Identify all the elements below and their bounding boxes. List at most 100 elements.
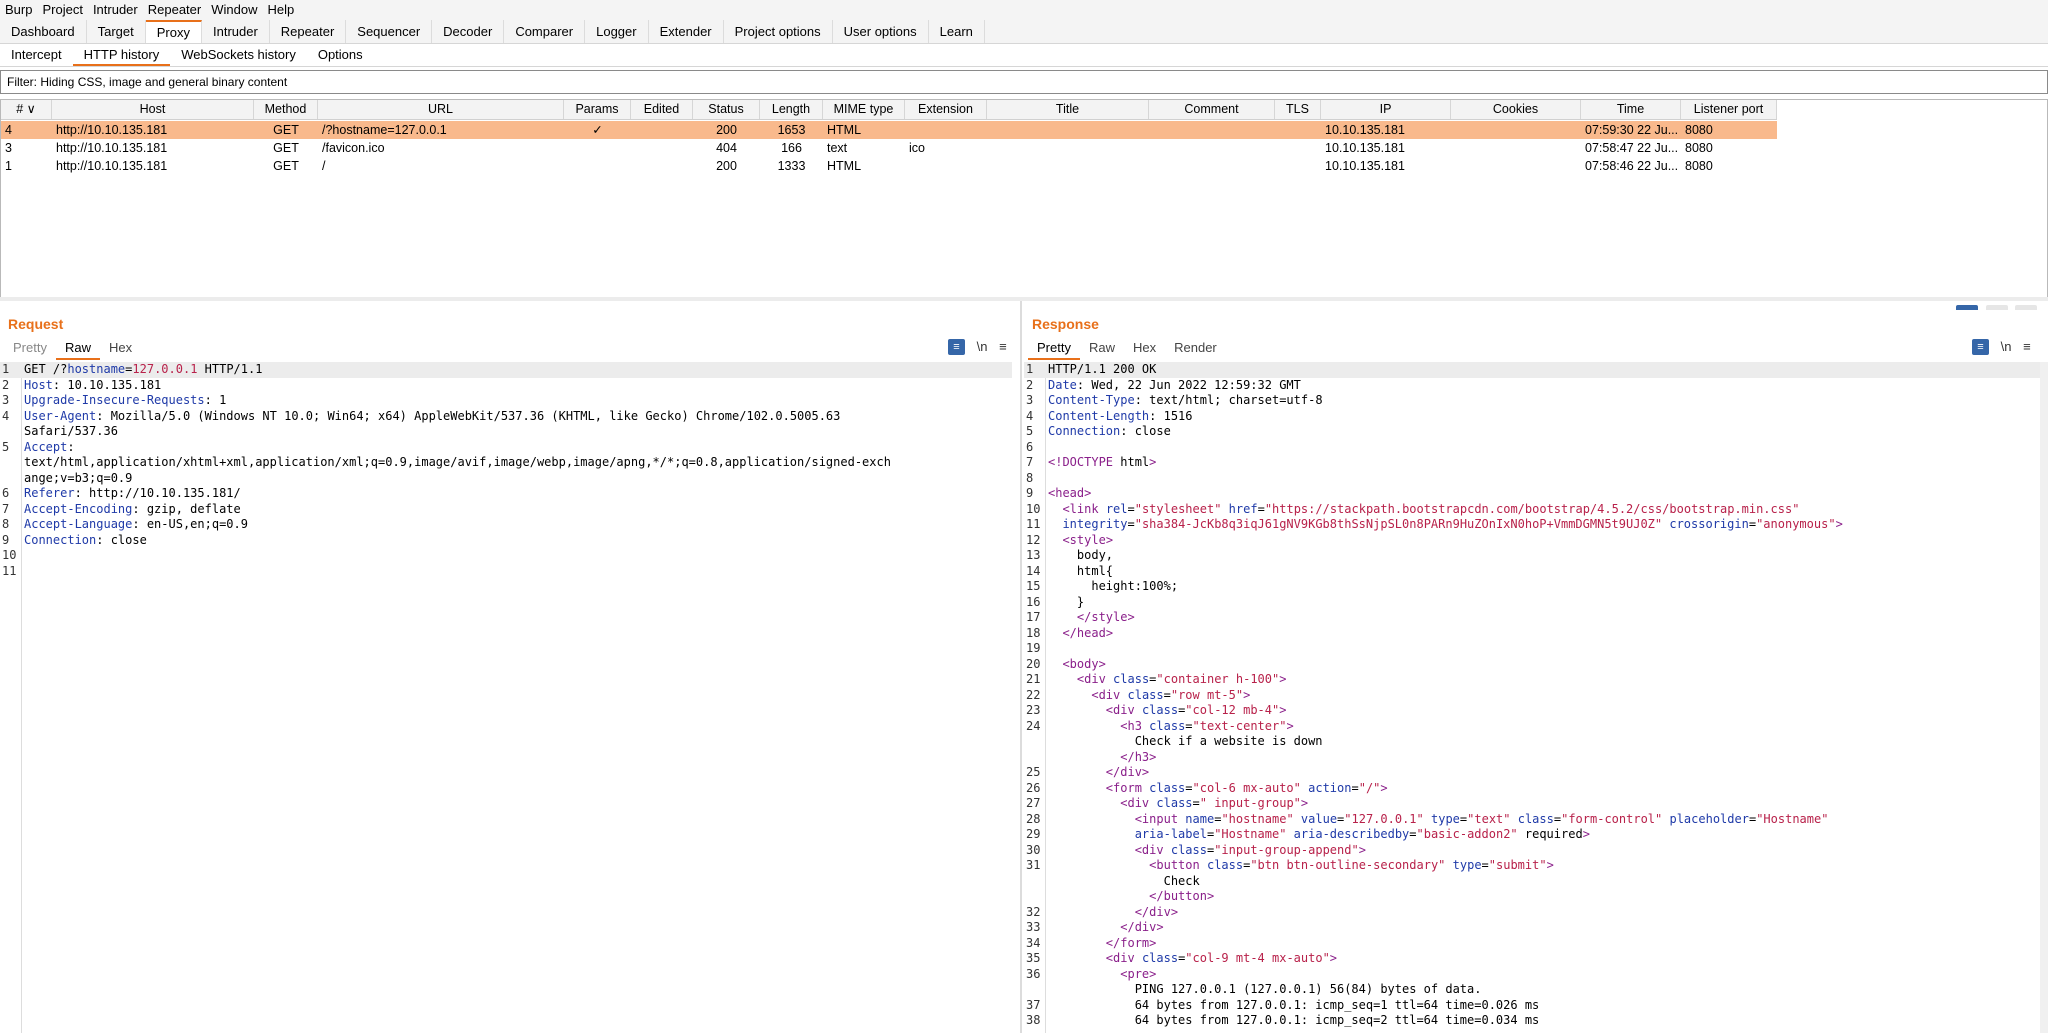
word-wrap-icon[interactable]: ≡ bbox=[1972, 338, 1989, 355]
code-line: 13 body, bbox=[1024, 548, 2040, 564]
subtab-intercept[interactable]: Intercept bbox=[0, 44, 73, 66]
response-tab-hex[interactable]: Hex bbox=[1124, 338, 1165, 358]
code-line: 7 Accept-Encoding: gzip, deflate bbox=[0, 502, 1012, 518]
cell-title bbox=[987, 139, 1149, 157]
tab-target[interactable]: Target bbox=[87, 20, 146, 43]
response-tab-pretty[interactable]: Pretty bbox=[1028, 338, 1080, 360]
line-text: <div class="input-group-append"> bbox=[1134, 842, 1366, 857]
tab-project-options[interactable]: Project options bbox=[724, 20, 833, 43]
filter-bar[interactable]: Filter: Hiding CSS, image and general bi… bbox=[0, 70, 2048, 94]
code-line: 10 <link rel="stylesheet" href="https://… bbox=[1024, 502, 2040, 518]
code-line: 17 </style> bbox=[1024, 610, 2040, 626]
cell-num: 1 bbox=[5, 159, 12, 173]
code-line: ange;v=b3;q=0.9 bbox=[0, 471, 1012, 487]
menu-icon[interactable]: ≡ bbox=[2023, 339, 2031, 354]
line-number: 4 bbox=[1026, 408, 1034, 423]
response-scrollbar[interactable] bbox=[2040, 362, 2048, 1033]
tab-comparer[interactable]: Comparer bbox=[504, 20, 586, 43]
response-tab-render[interactable]: Render bbox=[1165, 338, 1226, 358]
code-line: 25 </div> bbox=[1024, 765, 2040, 781]
column-header-url[interactable]: URL bbox=[318, 100, 564, 119]
line-text: height:100%; bbox=[1048, 579, 1179, 593]
line-text: Check if a website is down bbox=[1048, 734, 1323, 748]
menu-intruder[interactable]: Intruder bbox=[88, 0, 143, 20]
column-header-num[interactable]: # ∨ bbox=[1, 100, 52, 119]
tab-repeater[interactable]: Repeater bbox=[270, 20, 347, 43]
tab-sequencer[interactable]: Sequencer bbox=[346, 20, 433, 43]
menu-project[interactable]: Project bbox=[37, 0, 87, 20]
cell-url: /?hostname=127.0.0.1 bbox=[322, 123, 447, 137]
column-header-ext[interactable]: Extension bbox=[905, 100, 987, 119]
newline-toggle-icon[interactable]: \n bbox=[2001, 339, 2012, 354]
tab-user-options[interactable]: User options bbox=[833, 20, 929, 43]
line-number: 18 bbox=[1026, 625, 1041, 640]
cell-comment bbox=[1149, 139, 1275, 157]
line-text: </form> bbox=[1105, 935, 1157, 950]
menu-icon[interactable]: ≡ bbox=[999, 339, 1007, 354]
tab-dashboard[interactable]: Dashboard bbox=[0, 20, 87, 43]
line-number: 20 bbox=[1026, 656, 1041, 671]
cell-length: 1333 bbox=[777, 159, 806, 173]
line-text: Content-Type: text/html; charset=utf-8 bbox=[1048, 393, 1323, 407]
word-wrap-icon[interactable]: ≡ bbox=[948, 338, 965, 355]
column-header-method[interactable]: Method bbox=[254, 100, 318, 119]
split-divider[interactable] bbox=[0, 297, 2048, 301]
cell-time: 07:59:30 22 Ju... bbox=[1585, 123, 1679, 137]
code-line: 5 Connection: close bbox=[1024, 424, 2040, 440]
request-tab-pretty[interactable]: Pretty bbox=[4, 338, 56, 358]
column-header-tls[interactable]: TLS bbox=[1275, 100, 1321, 119]
tab-proxy[interactable]: Proxy bbox=[145, 20, 202, 43]
line-number: 3 bbox=[1026, 393, 1034, 407]
pane-divider[interactable] bbox=[1020, 301, 1022, 1033]
request-tab-raw[interactable]: Raw bbox=[55, 338, 100, 360]
menu-help[interactable]: Help bbox=[262, 0, 299, 20]
menu-repeater[interactable]: Repeater bbox=[143, 0, 206, 20]
cell-ext: ico bbox=[909, 141, 925, 155]
line-text: </button> bbox=[1149, 889, 1215, 903]
column-header-status[interactable]: Status bbox=[693, 100, 760, 119]
line-text: </div> bbox=[1105, 765, 1150, 779]
cell-ext bbox=[905, 157, 987, 175]
tab-learn[interactable]: Learn bbox=[929, 20, 985, 43]
line-text: Check bbox=[1048, 873, 1200, 888]
column-header-cookies[interactable]: Cookies bbox=[1451, 100, 1581, 119]
tab-extender[interactable]: Extender bbox=[649, 20, 724, 43]
response-editor[interactable]: 1 HTTP/1.1 200 OK 2 Date: Wed, 22 Jun 2022 … bbox=[1024, 362, 2040, 1033]
tab-logger[interactable]: Logger bbox=[585, 20, 649, 43]
column-header-time[interactable]: Time bbox=[1581, 100, 1681, 119]
menu-window[interactable]: Window bbox=[206, 0, 262, 20]
table-row[interactable]: 4 http://10.10.135.181 GET /?hostname=127.0… bbox=[1, 121, 1777, 139]
column-header-port[interactable]: Listener port bbox=[1681, 100, 1777, 119]
column-header-length[interactable]: Length bbox=[760, 100, 823, 119]
cell-ip: 10.10.135.181 bbox=[1325, 141, 1405, 155]
line-number: 34 bbox=[1026, 935, 1041, 950]
request-tab-hex[interactable]: Hex bbox=[100, 338, 141, 358]
subtab-options[interactable]: Options bbox=[307, 44, 374, 66]
subtab-http-history[interactable]: HTTP history bbox=[72, 44, 171, 66]
request-editor[interactable]: 1 GET /?hostname=127.0.0.1 HTTP/1.1 2 Host:… bbox=[0, 362, 1012, 1033]
column-header-ip[interactable]: IP bbox=[1321, 100, 1451, 119]
column-header-comment[interactable]: Comment bbox=[1149, 100, 1275, 119]
column-header-host[interactable]: Host bbox=[52, 100, 254, 119]
table-row[interactable]: 3 http://10.10.135.181 GET/favicon.ico 404 1… bbox=[1, 139, 1777, 157]
subtab-websockets-history[interactable]: WebSockets history bbox=[170, 44, 307, 66]
table-row[interactable]: 1 http://10.10.135.181 GET / 200 1333 HTML 10.1… bbox=[1, 157, 1777, 175]
request-title: Request bbox=[8, 316, 64, 332]
tab-decoder[interactable]: Decoder bbox=[432, 20, 505, 43]
newline-toggle-icon[interactable]: \n bbox=[977, 339, 988, 354]
line-text: } bbox=[1048, 594, 1085, 609]
column-header-params[interactable]: Params bbox=[564, 100, 631, 119]
menu-burp[interactable]: Burp bbox=[0, 0, 37, 20]
code-line: 29 aria-label="Hostname" aria-describedb… bbox=[1024, 827, 2040, 843]
response-tab-raw[interactable]: Raw bbox=[1080, 338, 1124, 358]
column-header-edited[interactable]: Edited bbox=[631, 100, 693, 119]
column-header-title[interactable]: Title bbox=[987, 100, 1149, 119]
line-number: 33 bbox=[1026, 920, 1041, 934]
line-text: <h3 class="text-center"> bbox=[1120, 718, 1294, 733]
line-text: 64 bytes from 127.0.0.1: icmp_seq=2 ttl=… bbox=[1048, 1013, 1540, 1027]
line-text: <div class="col-12 mb-4"> bbox=[1105, 703, 1287, 717]
tab-intruder[interactable]: Intruder bbox=[202, 20, 270, 43]
column-header-mime[interactable]: MIME type bbox=[823, 100, 905, 119]
code-line: 11 integrity="sha384-JcKb8q3iqJ61gNV9KGb… bbox=[1024, 517, 2040, 533]
line-text: Connection: close bbox=[24, 532, 147, 547]
